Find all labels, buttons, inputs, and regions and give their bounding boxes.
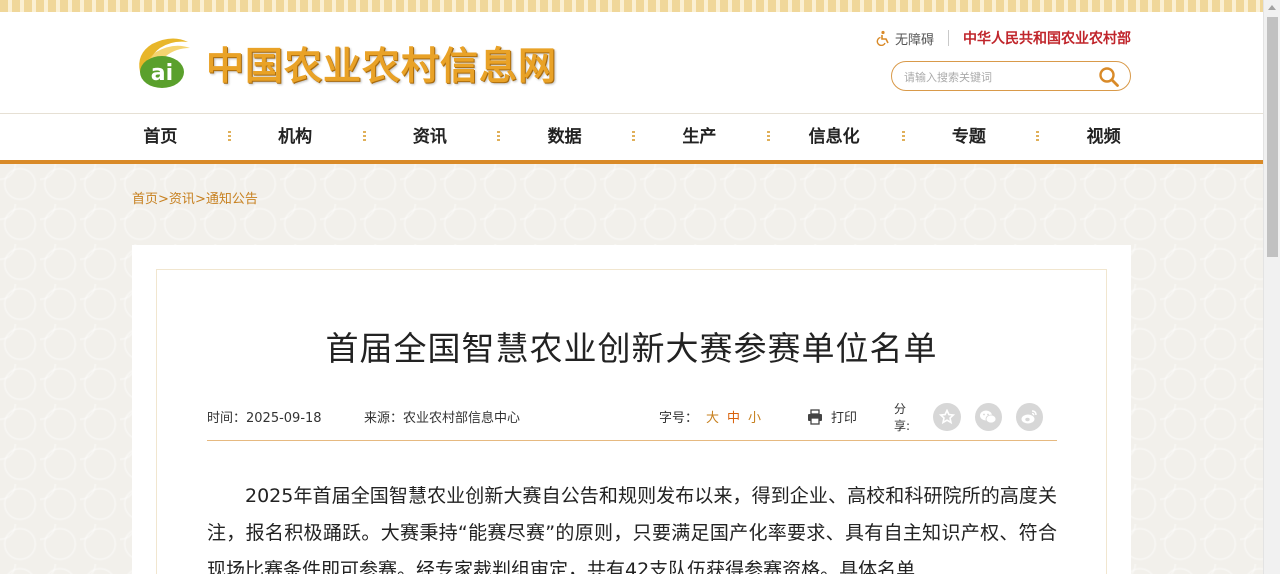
nav-item-home[interactable]: 首页 [93,114,228,160]
scrollbar-thumb[interactable] [1267,17,1278,257]
print-label: 打印 [831,411,858,426]
logo-letters: ai [151,61,173,86]
article-body: 2025年首届全国智慧农业创新大赛自公告和规则发布以来，得到企业、高校和科研院所… [207,485,1057,574]
share-wechat-button[interactable] [974,403,1002,431]
nav-item-informatization[interactable]: 信息化 [766,114,902,160]
site-name: 中国农业农村信息网 [206,42,558,88]
nav-item-data[interactable]: 数据 [497,114,632,160]
breadcrumb-separator: > [158,192,169,207]
accessibility-link[interactable]: 无障碍 [875,29,934,48]
nav-item-production[interactable]: 生产 [632,114,767,160]
nav-item-topics[interactable]: 专题 [901,114,1037,160]
main-nav: 首页 机构 资讯 数据 生产 信息化 专题 视频 [0,113,1263,164]
logo-mark-icon: ai [139,38,190,88]
print-button[interactable]: 打印 [807,407,857,426]
article-source: 来源：农业农村部信息中心 [364,411,521,426]
search-box [891,61,1131,91]
scroll-up-arrow-icon[interactable] [1268,5,1276,10]
page-scrollbar[interactable] [1263,0,1280,574]
wechat-icon [980,410,997,424]
font-size-medium-button[interactable]: 中 [727,411,740,426]
article-frame: 首届全国智慧农业创新大赛参赛单位名单 时间：2025-09-18 来源：农业农村… [156,269,1107,574]
font-size-label: 字号： [659,411,699,426]
article-card: 首届全国智慧农业创新大赛参赛单位名单 时间：2025-09-18 来源：农业农村… [132,245,1131,574]
accessibility-label: 无障碍 [894,32,934,48]
share-weibo-button[interactable] [1015,403,1043,431]
breadcrumb-separator: > [194,192,206,207]
font-size-small-button[interactable]: 小 [748,411,761,426]
publish-time: 时间：2025-09-18 [207,411,322,426]
star-icon [938,409,955,425]
article-meta: 时间：2025-09-18 来源：农业农村部信息中心 字号： 大中小 打印 分享: [207,402,1057,441]
share-label: 分享: [894,402,911,433]
site-logo[interactable]: ai 中国农业农村信息网 [132,32,557,92]
article-title: 首届全国智慧农业创新大赛参赛单位名单 [325,329,938,368]
share-bar: 分享: [894,400,1057,434]
ministry-link[interactable]: 中华人民共和国农业农村部 [963,28,1131,48]
utility-bar: 无障碍 中华人民共和国农业农村部 [875,28,1131,48]
font-size-control: 字号： 大中小 [659,407,761,426]
wheelchair-icon [876,30,889,46]
utility-divider [948,30,949,46]
nav-item-video[interactable]: 视频 [1036,114,1171,160]
site-header: ai 中国农业农村信息网 无障碍 中华人民共和国农业农村部 [0,12,1263,113]
decorative-top-strip [0,0,1263,12]
printer-icon [808,408,822,425]
breadcrumb-home[interactable]: 首页 [132,192,158,207]
breadcrumb-news[interactable]: 资讯 [169,192,195,207]
nav-item-organization[interactable]: 机构 [227,114,363,160]
share-favorite-button[interactable] [933,403,961,431]
breadcrumb: 首页>资讯>通知公告 [132,188,258,207]
font-size-large-button[interactable]: 大 [706,411,719,426]
search-icon[interactable] [1098,66,1120,88]
breadcrumb-notices[interactable]: 通知公告 [206,192,258,207]
search-input[interactable] [904,68,1094,86]
nav-item-news[interactable]: 资讯 [362,114,498,160]
weibo-icon [1021,410,1038,424]
